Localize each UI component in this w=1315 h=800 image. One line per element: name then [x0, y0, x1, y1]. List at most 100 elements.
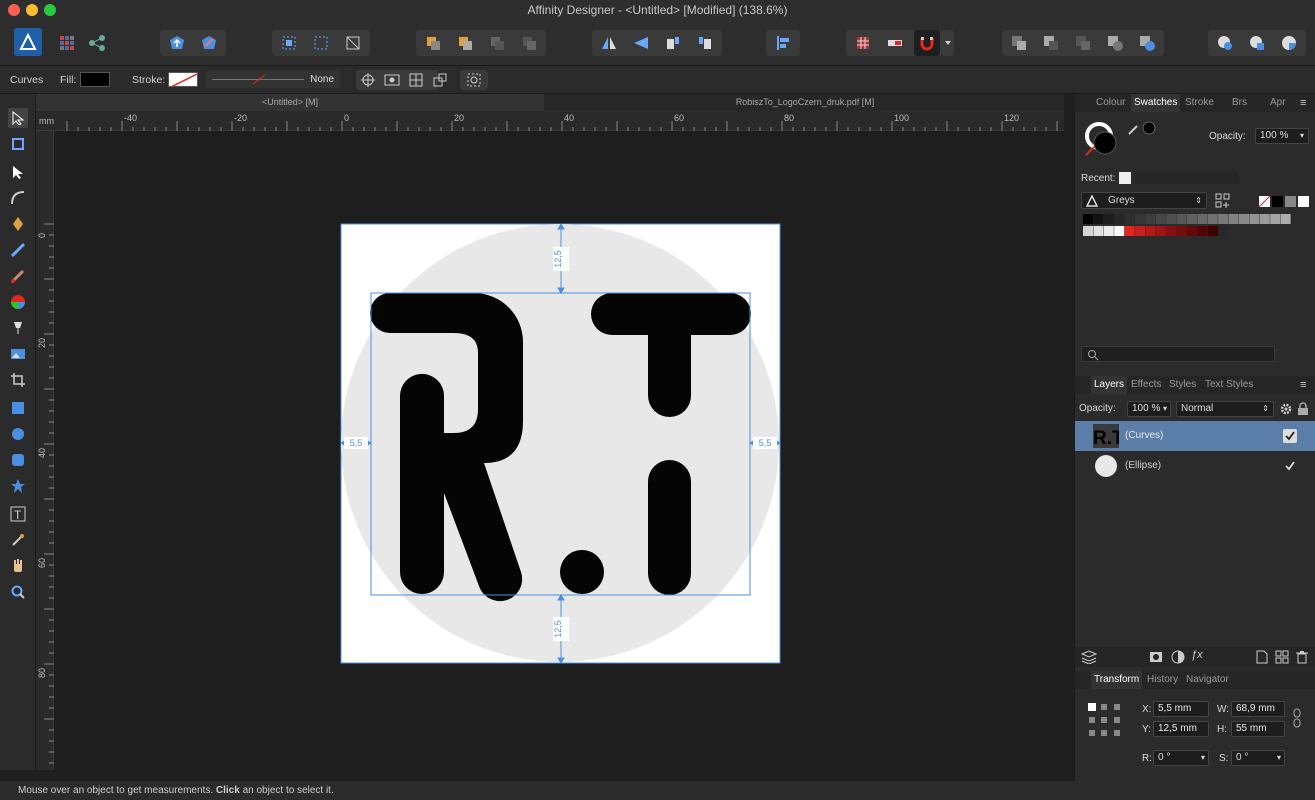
w-field[interactable]: 68,9 mm — [1231, 701, 1285, 717]
tab-stroke[interactable]: Stroke — [1185, 94, 1214, 112]
rotate-right-button[interactable] — [692, 30, 718, 56]
tab-swatches[interactable]: Swatches — [1131, 94, 1181, 112]
swatch[interactable] — [1093, 214, 1104, 224]
swatch[interactable] — [1207, 226, 1218, 236]
tab-styles[interactable]: Styles — [1169, 376, 1196, 394]
new-document-icon[interactable] — [1255, 650, 1269, 664]
quick-swatches-strip[interactable] — [1258, 195, 1309, 208]
subtract-boolean-button[interactable] — [1038, 30, 1064, 56]
swatch[interactable] — [1176, 226, 1187, 236]
tab-robiszto[interactable]: RobiszTo_LogoCzern_druk.pdf [M] — [546, 94, 1064, 111]
ellipse-tool[interactable] — [8, 424, 28, 444]
move-back-one-button[interactable] — [452, 30, 478, 56]
sync-up-button[interactable] — [164, 30, 190, 56]
swatch[interactable] — [1270, 214, 1281, 224]
swatch[interactable] — [1218, 226, 1229, 236]
swatch[interactable] — [1155, 214, 1166, 224]
pixel-persona-button[interactable] — [54, 30, 80, 56]
lock-icon[interactable] — [1297, 402, 1309, 416]
swatch[interactable] — [1176, 214, 1187, 224]
canvas[interactable]: 12,5 12,5 5,5 5,5 — [54, 131, 1064, 770]
adjustment-icon[interactable] — [1171, 650, 1185, 664]
swatch[interactable] — [1114, 214, 1125, 224]
mask-icon[interactable] — [1149, 650, 1163, 664]
tab-navigator[interactable]: Navigator — [1186, 671, 1229, 689]
move-tool[interactable] — [8, 108, 28, 128]
tab-transform[interactable]: Transform — [1091, 671, 1143, 689]
layer-row-curves[interactable]: R.T (Curves) — [1075, 421, 1315, 451]
crop-tool[interactable] — [8, 370, 28, 390]
transform-origin-button[interactable] — [360, 72, 376, 88]
swatch[interactable] — [1259, 214, 1270, 224]
swatch[interactable] — [1197, 226, 1208, 236]
export-persona-button[interactable] — [84, 30, 110, 56]
swatch[interactable] — [1083, 214, 1093, 224]
rectangle-tool[interactable] — [8, 398, 28, 418]
sync-down-button[interactable] — [196, 30, 222, 56]
fx-icon[interactable]: ƒx — [1191, 649, 1203, 661]
layer-opacity-dropdown[interactable]: 100 % ▾ — [1127, 401, 1171, 417]
swatch[interactable] — [1145, 214, 1156, 224]
swatch[interactable] — [1187, 226, 1197, 236]
designer-persona-button[interactable] — [14, 28, 42, 56]
swatch[interactable] — [1114, 226, 1125, 236]
select-all-button[interactable] — [276, 30, 302, 56]
snap-grid-button[interactable] — [850, 30, 876, 56]
swatch[interactable] — [1280, 214, 1291, 224]
snap-bounds-button[interactable] — [882, 30, 908, 56]
refresh-transform-button[interactable] — [466, 72, 482, 88]
rotate-left-button[interactable] — [660, 30, 686, 56]
swatch-search-input[interactable] — [1081, 346, 1275, 362]
stroke-swatch[interactable] — [168, 72, 198, 87]
close-window-button[interactable] — [8, 4, 20, 16]
layers-stack-icon[interactable] — [1081, 650, 1097, 664]
tab-colour[interactable]: Colour — [1096, 94, 1125, 112]
tab-brushes[interactable]: Brs — [1232, 94, 1247, 112]
pen-tool[interactable] — [8, 214, 28, 234]
pencil-tool[interactable] — [8, 240, 28, 260]
panel-menu-icon[interactable]: ≡ — [1300, 97, 1306, 109]
distribute-button[interactable] — [408, 72, 424, 88]
eyedropper-swatch-icon[interactable] — [1127, 120, 1157, 136]
tab-effects[interactable]: Effects — [1131, 376, 1161, 394]
x-field[interactable]: 5,5 mm — [1153, 701, 1209, 717]
panel-menu-icon[interactable]: ≡ — [1300, 379, 1306, 391]
geometry-subtract-button[interactable] — [1244, 30, 1270, 56]
color-picker-tool[interactable] — [8, 530, 28, 550]
invert-selection-button[interactable] — [340, 30, 366, 56]
opacity-dropdown[interactable]: 100 % ▾ — [1255, 128, 1309, 144]
xor-boolean-button[interactable] — [1102, 30, 1128, 56]
star-tool[interactable] — [8, 476, 28, 496]
swatch[interactable] — [1145, 226, 1156, 236]
vector-brush-tool[interactable] — [8, 266, 28, 286]
group-icon[interactable] — [1275, 650, 1289, 664]
move-to-back-button[interactable] — [420, 30, 446, 56]
swatch[interactable] — [1228, 214, 1239, 224]
flip-horizontal-button[interactable] — [596, 30, 622, 56]
divide-boolean-button[interactable] — [1134, 30, 1160, 56]
swatch[interactable] — [1155, 226, 1166, 236]
swatch-grid[interactable] — [1083, 214, 1303, 240]
align-button[interactable] — [770, 30, 796, 56]
layer-row-ellipse[interactable]: (Ellipse) — [1075, 451, 1315, 481]
swatch[interactable] — [1083, 226, 1093, 236]
node-tool[interactable] — [8, 162, 28, 182]
swatch[interactable] — [1218, 214, 1229, 224]
select-similar-button[interactable] — [308, 30, 334, 56]
minimize-window-button[interactable] — [26, 4, 38, 16]
swatch[interactable] — [1124, 214, 1135, 224]
stroke-width-slider[interactable]: None — [206, 71, 340, 88]
swatch[interactable] — [1103, 226, 1114, 236]
palette-dropdown[interactable]: Greys ⇕ — [1081, 192, 1207, 209]
fill-tool[interactable] — [8, 292, 28, 312]
swatch[interactable] — [1135, 214, 1145, 224]
move-forward-one-button[interactable] — [484, 30, 510, 56]
y-field[interactable]: 12,5 mm — [1153, 721, 1209, 737]
view-tool[interactable] — [8, 556, 28, 576]
swatch[interactable] — [1124, 226, 1135, 236]
swatch[interactable] — [1103, 214, 1114, 224]
layer-visibility-checkbox[interactable] — [1283, 459, 1297, 473]
flip-vertical-button[interactable] — [628, 30, 654, 56]
link-icon[interactable] — [1293, 708, 1301, 728]
anchor-point-selector[interactable] — [1087, 702, 1125, 740]
